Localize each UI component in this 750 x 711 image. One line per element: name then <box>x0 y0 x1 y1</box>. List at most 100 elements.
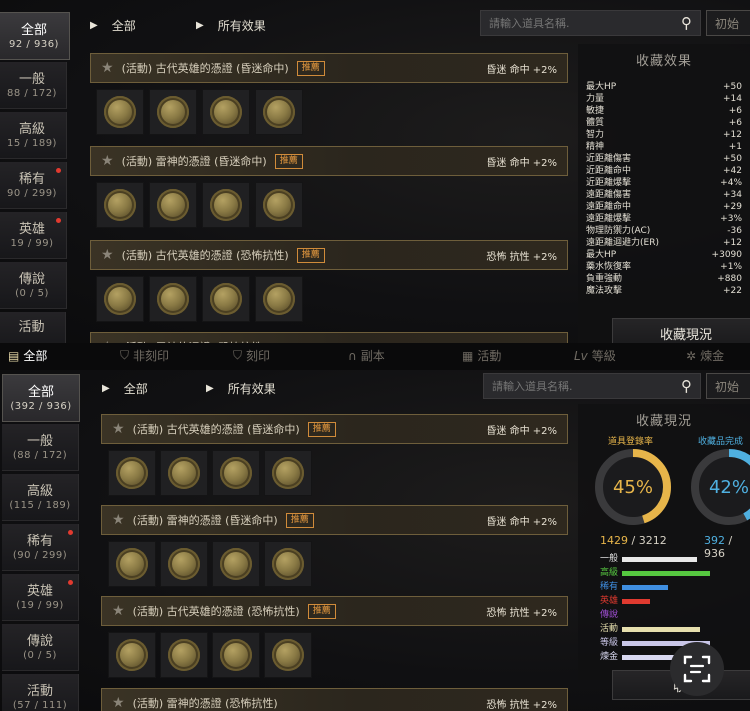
grade-bar-row: 稀有 <box>600 582 750 593</box>
grade-progress-bar <box>622 585 668 590</box>
item-slot[interactable] <box>149 182 197 228</box>
nav-tab-alchemy[interactable]: ✲ 煉金 <box>686 347 724 364</box>
star-icon[interactable]: ★ <box>112 603 125 619</box>
effect-row[interactable]: ★ (活動) 古代英雄的憑證 (昏迷命中) 推薦 昏迷 命中 +2% <box>90 53 568 83</box>
effect-row[interactable]: ★ (活動) 雷神的憑證 (昏迷命中) 推薦 昏迷 命中 +2% <box>90 146 568 176</box>
item-slot[interactable] <box>202 89 250 135</box>
nav-tab-dungeon[interactable]: ∩ 副本 <box>348 347 385 364</box>
item-slot[interactable] <box>202 276 250 322</box>
stat-row: 魔法攻擊 +22 <box>586 286 742 297</box>
item-slot[interactable] <box>108 450 156 496</box>
effect-row[interactable]: ★ (活動) 雷神的憑證 (昏迷命中) 推薦 昏迷 命中 +2% <box>101 505 568 535</box>
item-registration-total: / 3212 <box>628 534 667 547</box>
star-icon[interactable]: ★ <box>101 247 114 263</box>
stat-value: +6 <box>728 118 742 128</box>
item-slot[interactable] <box>255 276 303 322</box>
search-icon[interactable]: ⚲ <box>681 14 692 32</box>
effect-row[interactable]: ★ (活動) 古代英雄的憑證 (恐怖抗性) 推薦 恐怖 抗性 +2% <box>90 240 568 270</box>
reset-button[interactable]: 初始 <box>706 373 750 399</box>
item-slot[interactable] <box>264 632 312 678</box>
star-icon[interactable]: ★ <box>112 421 125 437</box>
search-input[interactable] <box>489 16 681 30</box>
scan-button[interactable] <box>670 642 724 696</box>
effect-row[interactable]: ★ (活動) 古代英雄的憑證 (昏迷命中) 推薦 昏迷 命中 +2% <box>101 414 568 444</box>
star-icon[interactable]: ★ <box>112 512 125 528</box>
sidebar-item-count: (90 / 299) <box>12 549 68 561</box>
collection-status-panel: 收藏現況 道具登錄率 收藏品完成 45% 42% 1429 / 3212 392… <box>578 404 750 680</box>
collection-status-button[interactable]: 收藏現況 <box>612 318 750 343</box>
sidebar-item-label: 傳說 <box>18 271 45 287</box>
item-slot[interactable] <box>212 450 260 496</box>
item-slot[interactable] <box>149 276 197 322</box>
item-slot[interactable] <box>264 541 312 587</box>
stat-row: 遠距離迴避力(ER) +12 <box>586 238 742 249</box>
item-slot[interactable] <box>96 182 144 228</box>
sidebar-item-hero[interactable]: 英雄 19 / 99) <box>0 212 67 259</box>
category-filter[interactable]: ▶ 全部 <box>102 375 148 401</box>
reset-button[interactable]: 初始 <box>706 10 750 36</box>
notification-dot <box>68 530 73 535</box>
sidebar-item-label: 英雄 <box>18 221 45 237</box>
notification-dot <box>68 580 73 585</box>
nav-tab-all[interactable]: ▤ 全部 <box>8 347 47 364</box>
item-slot[interactable] <box>212 541 260 587</box>
item-slot[interactable] <box>255 182 303 228</box>
sidebar-item-rare[interactable]: 稀有 (90 / 299) <box>2 524 79 571</box>
effect-row[interactable]: ★ (活動) 雷神的憑證 (恐怖抗性) <box>90 332 568 343</box>
stat-row: 藥水恢復率 +1% <box>586 262 742 273</box>
nav-tab-non-engraved[interactable]: ⛉ 非刻印 <box>120 347 169 364</box>
nav-tab-event[interactable]: ▦ 活動 <box>462 347 501 364</box>
sidebar-item-normal[interactable]: 一般 88 / 172) <box>0 62 67 109</box>
item-slot[interactable] <box>212 632 260 678</box>
search-input[interactable] <box>492 379 681 393</box>
item-slot[interactable] <box>149 89 197 135</box>
sidebar-item-event[interactable]: 活動 <box>0 312 66 343</box>
item-slot[interactable] <box>160 450 208 496</box>
sidebar-item-legend[interactable]: 傳說 (0 / 5) <box>2 624 79 671</box>
stat-row: 最大HP +3090 <box>586 250 742 261</box>
sidebar-item-all[interactable]: 全部 (392 / 936) <box>2 374 80 422</box>
effect-bonus: 恐怖 抗性 +2% <box>486 251 557 263</box>
nav-tab-engraved[interactable]: ⛉ 刻印 <box>233 347 270 364</box>
stat-label: 力量 <box>586 94 605 104</box>
sidebar-item-label: 全部 <box>27 384 54 400</box>
effect-filter[interactable]: ▶ 所有效果 <box>196 12 266 38</box>
search-bar: ⚲ <box>480 10 701 36</box>
star-icon[interactable]: ★ <box>101 153 114 169</box>
sidebar-item-count: (392 / 936) <box>10 400 72 412</box>
sidebar-item-advanced[interactable]: 高級 (115 / 189) <box>2 474 79 521</box>
item-slot[interactable] <box>108 541 156 587</box>
effect-row[interactable]: ★ (活動) 雷神的憑證 (恐怖抗性) 恐怖 抗性 +2% <box>101 688 568 711</box>
item-slot[interactable] <box>108 632 156 678</box>
item-slot[interactable] <box>255 89 303 135</box>
effect-row[interactable]: ★ (活動) 古代英雄的憑證 (恐怖抗性) 推薦 恐怖 抗性 +2% <box>101 596 568 626</box>
item-slot[interactable] <box>202 182 250 228</box>
item-slot[interactable] <box>96 89 144 135</box>
effect-filter[interactable]: ▶ 所有效果 <box>206 375 276 401</box>
coin-icon <box>168 639 200 671</box>
item-slot[interactable] <box>160 632 208 678</box>
stat-row: 體質 +6 <box>586 118 742 129</box>
star-icon[interactable]: ★ <box>101 60 114 76</box>
recommend-badge: 推薦 <box>274 153 303 169</box>
grade-label: 活動 <box>600 624 619 634</box>
coin-icon <box>168 457 200 489</box>
sidebar-item-all[interactable]: 全部 92 / 936) <box>0 12 70 60</box>
grade-label: 煉金 <box>600 652 619 662</box>
grade-bar-row: 英雄 <box>600 596 750 607</box>
sidebar-item-legend[interactable]: 傳說 (0 / 5) <box>0 262 67 309</box>
category-filter[interactable]: ▶ 全部 <box>90 12 136 38</box>
nav-tab-level[interactable]: Lv 等級 <box>574 347 616 364</box>
sidebar-item-label: 一般 <box>26 433 53 449</box>
sidebar-item-advanced[interactable]: 高級 15 / 189) <box>0 112 67 159</box>
item-slot[interactable] <box>264 450 312 496</box>
item-slot[interactable] <box>96 276 144 322</box>
sidebar-item-normal[interactable]: 一般 (88 / 172) <box>2 424 79 471</box>
search-icon[interactable]: ⚲ <box>681 377 692 395</box>
sidebar-item-rare[interactable]: 稀有 90 / 299) <box>0 162 67 209</box>
star-icon[interactable]: ★ <box>112 695 125 711</box>
sidebar-item-hero[interactable]: 英雄 (19 / 99) <box>2 574 79 621</box>
sidebar-item-event[interactable]: 活動 (57 / 111) <box>2 674 79 711</box>
item-slot[interactable] <box>160 541 208 587</box>
gauge-percent: 42% <box>709 477 749 498</box>
